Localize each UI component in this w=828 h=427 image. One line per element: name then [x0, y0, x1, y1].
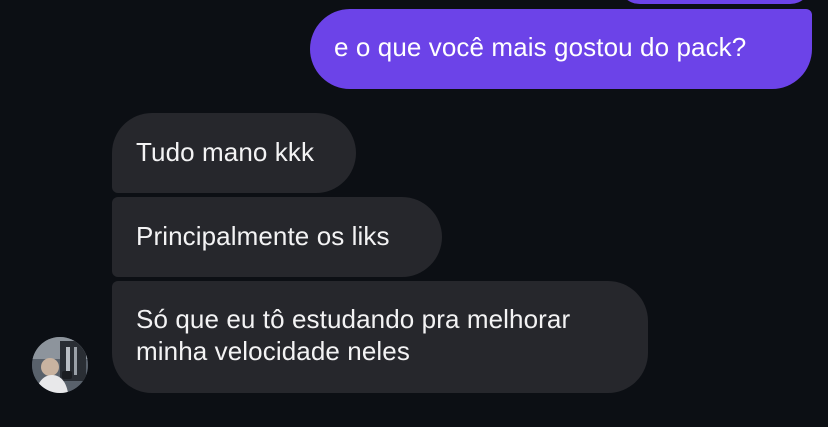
received-message-bubble[interactable]: Principalmente os liks: [112, 197, 442, 277]
received-message-bubble[interactable]: Tudo mano kkk: [112, 113, 356, 193]
message-text: Principalmente os liks: [136, 221, 390, 251]
previous-sent-message-bubble[interactable]: [618, 0, 812, 4]
contact-avatar[interactable]: [32, 337, 88, 393]
message-text: e o que você mais gostou do pack?: [334, 32, 747, 62]
received-message-bubble[interactable]: Só que eu tô estudando pra melhorar minh…: [112, 281, 648, 393]
avatar-photo-icon: [32, 337, 88, 393]
sent-message-bubble[interactable]: e o que você mais gostou do pack?: [310, 9, 812, 89]
message-text-line: Só que eu tô estudando pra melhorar: [136, 304, 571, 334]
message-text-line: minha velocidade neles: [136, 336, 410, 366]
chat-thread: e o que você mais gostou do pack? Tudo m…: [0, 0, 828, 427]
message-text: Tudo mano kkk: [136, 137, 315, 167]
